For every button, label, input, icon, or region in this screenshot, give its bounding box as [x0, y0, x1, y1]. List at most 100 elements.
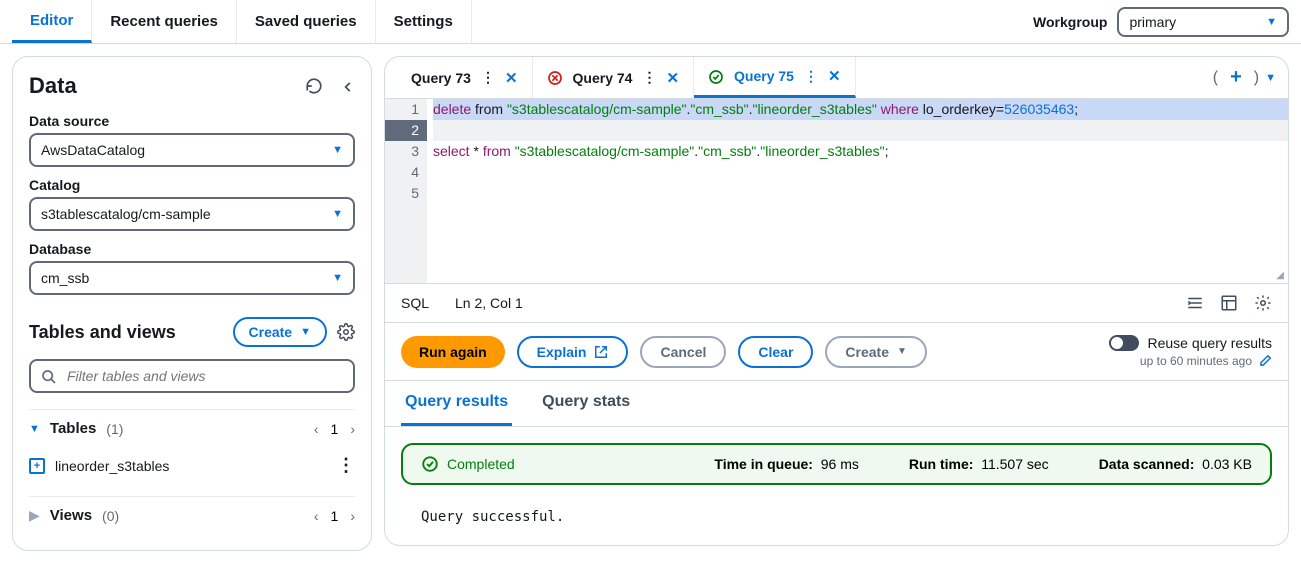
nav-tab-settings[interactable]: Settings: [376, 0, 472, 43]
catalog-label: Catalog: [29, 177, 355, 193]
editor-status-bar: SQL Ln 2, Col 1: [385, 284, 1288, 323]
add-tab-button[interactable]: +: [1224, 66, 1248, 89]
code-editor[interactable]: 1 2 3 4 5 delete from "s3tablescatalog/c…: [385, 99, 1288, 284]
reuse-toggle[interactable]: [1109, 335, 1139, 351]
views-row[interactable]: ▶ Views (0) ‹ 1 ›: [29, 496, 355, 534]
catalog-select[interactable]: s3tablescatalog/cm-sample ▼: [29, 197, 355, 231]
nav-tabs: Editor Recent queries Saved queries Sett…: [12, 0, 472, 43]
edit-icon[interactable]: [1258, 353, 1272, 368]
close-icon[interactable]: ✕: [505, 69, 518, 87]
table-item[interactable]: + lineorder_s3tables ⋮: [29, 447, 355, 484]
error-icon: [547, 69, 563, 86]
gear-icon[interactable]: [1254, 294, 1272, 312]
result-tabs: Query results Query stats: [385, 381, 1288, 427]
tables-page: 1: [331, 421, 339, 437]
result-banner: Completed Time in queue: 96 ms Run time:…: [401, 443, 1272, 485]
nav-tab-saved[interactable]: Saved queries: [237, 0, 376, 43]
workgroup-area: Workgroup primary ▼: [1033, 7, 1289, 37]
expand-icon[interactable]: ▼: [29, 423, 40, 435]
catalog-value: s3tablescatalog/cm-sample: [41, 206, 211, 222]
database-label: Database: [29, 241, 355, 257]
close-icon[interactable]: ✕: [828, 67, 841, 85]
reuse-sub: up to 60 minutes ago: [1140, 354, 1252, 368]
cancel-button: Cancel: [640, 336, 726, 368]
query-tab-73[interactable]: Query 73 ⋮ ✕: [397, 57, 533, 98]
create-label: Create: [249, 324, 293, 340]
query-tabs: Query 73 ⋮ ✕ Query 74 ⋮ ✕ Query 75: [385, 57, 1288, 99]
tab-label: Query 73: [411, 70, 471, 86]
table-name: lineorder_s3tables: [55, 458, 169, 474]
tab-menu-icon[interactable]: ⋮: [804, 68, 818, 85]
tab-label: Query 75: [734, 68, 794, 84]
format-icon[interactable]: [1186, 294, 1204, 312]
layout-icon[interactable]: [1220, 294, 1238, 312]
caret-down-icon: ▼: [332, 144, 343, 156]
filter-input-wrap[interactable]: [29, 359, 355, 393]
cursor-position: Ln 2, Col 1: [455, 295, 523, 311]
nav-tab-recent[interactable]: Recent queries: [92, 0, 237, 43]
views-label: Views: [50, 507, 92, 524]
collapse-icon[interactable]: [341, 78, 355, 94]
tab-menu-icon[interactable]: ⋮: [481, 69, 495, 86]
paren-left: (: [1213, 69, 1218, 87]
table-menu-icon[interactable]: ⋮: [337, 455, 355, 476]
search-icon: [41, 367, 57, 384]
workgroup-label: Workgroup: [1033, 14, 1107, 30]
workgroup-select[interactable]: primary ▼: [1117, 7, 1289, 37]
expand-table-icon[interactable]: +: [29, 458, 45, 474]
data-title: Data: [29, 73, 77, 99]
prev-icon[interactable]: ‹: [314, 508, 319, 524]
expand-icon[interactable]: ▶: [29, 507, 40, 524]
code-lines[interactable]: delete from "s3tablescatalog/cm-sample".…: [427, 99, 1288, 283]
close-icon[interactable]: ✕: [666, 69, 679, 87]
data-source-select[interactable]: AwsDataCatalog ▼: [29, 133, 355, 167]
result-message: Query successful.: [385, 501, 1288, 545]
workgroup-value: primary: [1129, 14, 1176, 30]
query-tab-75[interactable]: Query 75 ⋮ ✕: [694, 57, 856, 98]
tables-row[interactable]: ▼ Tables (1) ‹ 1 ›: [29, 409, 355, 447]
query-tab-74[interactable]: Query 74 ⋮ ✕: [533, 57, 695, 98]
action-bar: Run again Explain Cancel Clear Create ▼ …: [385, 323, 1288, 381]
data-panel: Data Data source AwsDataCatalog ▼ Catalo…: [12, 56, 372, 551]
next-icon[interactable]: ›: [350, 421, 355, 437]
database-value: cm_ssb: [41, 270, 89, 286]
prev-icon[interactable]: ‹: [314, 421, 319, 437]
editor-panel: Query 73 ⋮ ✕ Query 74 ⋮ ✕ Query 75: [384, 56, 1289, 546]
top-nav: Editor Recent queries Saved queries Sett…: [0, 0, 1301, 44]
caret-down-icon: ▼: [1266, 16, 1277, 28]
explain-button[interactable]: Explain: [517, 336, 629, 368]
paren-right: ): [1254, 69, 1259, 87]
result-tab-stats[interactable]: Query stats: [538, 381, 634, 426]
database-select[interactable]: cm_ssb ▼: [29, 261, 355, 295]
create-query-button: Create ▼: [825, 336, 927, 368]
clear-button[interactable]: Clear: [738, 336, 813, 368]
data-source-value: AwsDataCatalog: [41, 142, 145, 158]
tables-views-title: Tables and views: [29, 322, 176, 343]
tables-label: Tables: [50, 420, 96, 437]
views-count: (0): [102, 508, 119, 524]
caret-down-icon: ▼: [332, 272, 343, 284]
result-tab-results[interactable]: Query results: [401, 381, 512, 426]
run-button[interactable]: Run again: [401, 336, 505, 368]
tables-count: (1): [106, 421, 123, 437]
caret-down-icon: ▼: [332, 208, 343, 220]
reuse-label: Reuse query results: [1147, 335, 1272, 351]
create-button[interactable]: Create ▼: [233, 317, 327, 347]
status-text: Completed: [447, 456, 515, 472]
gear-icon[interactable]: [337, 323, 355, 341]
tab-label: Query 74: [573, 70, 633, 86]
line-gutter: 1 2 3 4 5: [385, 99, 427, 283]
tab-menu-icon[interactable]: ⋮: [642, 69, 656, 86]
lang-indicator: SQL: [401, 295, 429, 311]
refresh-icon[interactable]: [305, 77, 323, 95]
filter-input[interactable]: [65, 367, 343, 385]
data-source-label: Data source: [29, 113, 355, 129]
success-icon: [421, 455, 439, 473]
caret-down-icon: ▼: [300, 326, 311, 338]
views-page: 1: [331, 508, 339, 524]
nav-tab-editor[interactable]: Editor: [12, 0, 92, 43]
tabs-dropdown-icon[interactable]: ▼: [1265, 72, 1276, 84]
resize-handle-icon[interactable]: ◢: [1276, 270, 1284, 281]
success-icon: [708, 67, 724, 84]
next-icon[interactable]: ›: [350, 508, 355, 524]
